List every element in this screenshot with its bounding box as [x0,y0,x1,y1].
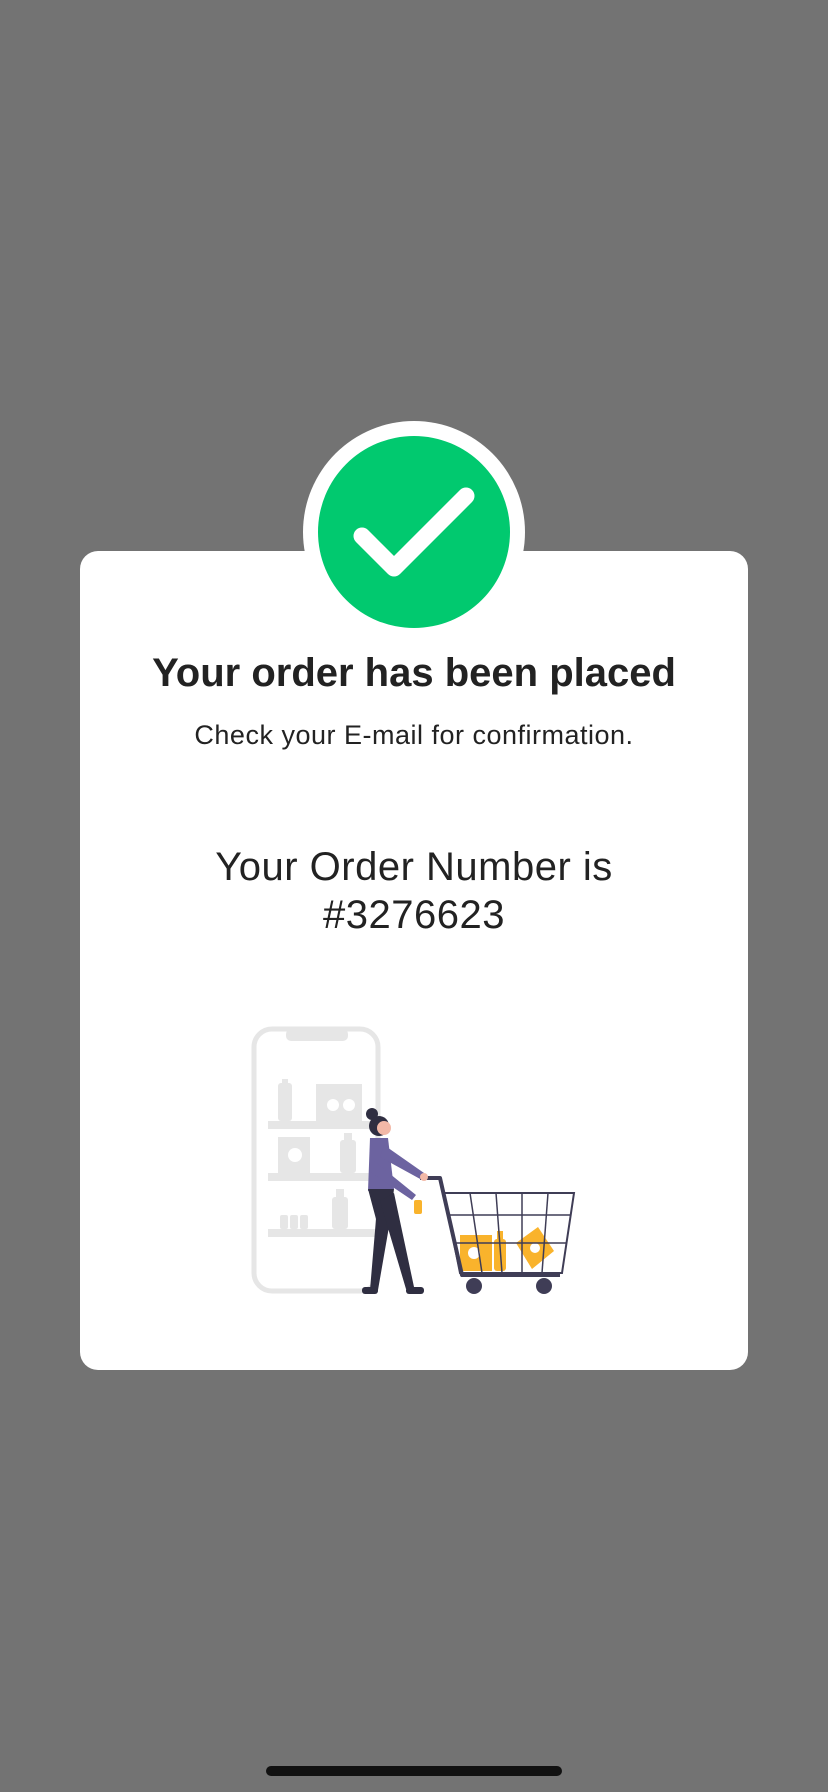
shopping-cart-illustration [251,1026,576,1294]
checkmark-icon [353,487,475,577]
order-placed-title: Your order has been placed [152,651,676,695]
shopping-cart-graphic [420,1176,576,1294]
confirmation-subtitle: Check your E-mail for confirmation. [194,720,634,750]
order-number-value: #3276623 [323,893,505,937]
order-number-label: Your Order Number is [215,845,613,889]
success-badge [303,421,525,643]
home-indicator[interactable] [266,1766,562,1776]
shopper-figure [362,1108,428,1294]
phone-shelf-graphic [251,1026,381,1294]
